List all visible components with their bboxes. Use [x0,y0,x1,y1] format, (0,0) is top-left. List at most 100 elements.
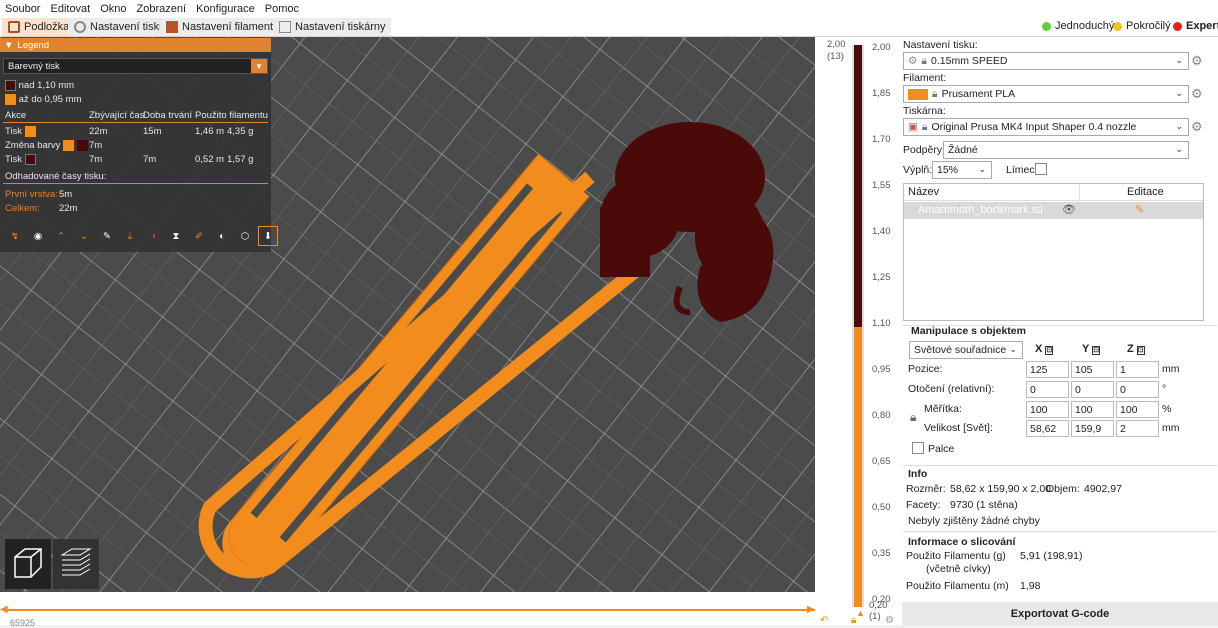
menu-view[interactable]: Zobrazení [132,3,192,15]
horizontal-slider-track[interactable] [6,609,821,611]
undo-icon[interactable]: ↶ [820,615,828,626]
infill-label: Výplň: [903,164,933,176]
chevron-down-icon: ⌄ [1175,55,1183,65]
infill-select[interactable]: 15% ⌄ [932,161,992,179]
legend-row-action: Tisk [5,154,36,165]
slider-right-arrow-icon[interactable]: ▶ [807,604,815,615]
slider-tick-label: 0,80 [872,410,891,421]
mode-expert[interactable]: Expert [1173,20,1218,32]
lock-icon[interactable]: 🔒︎ [910,410,916,425]
position-y-input[interactable]: 105 [1071,361,1114,378]
legend-row-action: Tisk [5,126,36,137]
legend-toolbar: ↯ ◉ ⌃ ⌄ ✎ ⤓ ◑ ⧗ ✐ ◐ ⬡ ⬇ [5,226,278,246]
printer-select[interactable]: ▣ 🔒︎ Original Prusa MK4 Input Shaper 0.4… [903,118,1189,136]
cog-icon[interactable]: ⚙ [885,615,894,626]
lock-icon: 🔒︎ [921,120,928,133]
position-x-input[interactable]: 125 [1026,361,1069,378]
menu-file[interactable]: Soubor [0,3,45,15]
scale-x-input[interactable]: 100 [1026,401,1069,418]
object-list: Název Editace Amammoth_bookmark.stl 👁︎ ✎ [903,183,1204,321]
position-z-input[interactable]: 1 [1116,361,1159,378]
slider-left-arrow-icon[interactable]: ◀ [0,604,8,615]
mode-advanced[interactable]: Pokročilý [1113,20,1171,32]
object-name: Amammoth_bookmark.stl [918,204,1043,216]
chevron-down-icon: ▼ [251,59,267,73]
scale-z-input[interactable]: 100 [1116,401,1159,418]
edit-icon[interactable]: ✎ [1135,203,1144,216]
axis-z-label: Z ⊡ [1127,343,1145,355]
retractions-icon[interactable]: ⌃ [51,226,71,246]
deretractions-icon[interactable]: ⌄ [74,226,94,246]
print-settings-select[interactable]: ⚙ 🔒︎ 0.15mm SPEED ⌄ [903,52,1189,70]
scale-y-input[interactable]: 100 [1071,401,1114,418]
center-of-gravity-icon[interactable]: ◐ [212,226,232,246]
menu-edit[interactable]: Editovat [45,3,95,15]
settings-gear-icon[interactable]: ⚙ [1191,119,1203,135]
tab-bar: Podložka Nastavení tisku Nastavení filam… [0,17,1218,37]
legend-panel: ▼ Legend Barevný tisk ▼ nad 1,10 mm až d… [0,38,278,252]
view-layers-button[interactable] [53,539,99,589]
travel-icon[interactable]: ↯ [5,226,25,246]
supports-label: Podpěry: [903,144,946,156]
pause-prints-icon[interactable]: ⧗ [166,226,186,246]
horizontal-slider-area: ◀ ▶ 65925 [0,592,821,628]
slider-tick-label: 1,10 [872,318,891,329]
size-y-input[interactable]: 159,9 [1071,420,1114,437]
tab-plater[interactable]: Podložka [2,18,76,36]
wipe-icon[interactable]: ◉ [28,226,48,246]
plater-icon [8,21,20,33]
color-changes-icon[interactable]: ◑ [143,226,163,246]
lock-icon: 🔒︎ [921,54,928,67]
seams-icon[interactable]: ✎ [97,226,117,246]
eye-icon[interactable]: 👁︎ [1062,203,1076,216]
filament-select[interactable]: 🔒︎ Prusament PLA ⌄ [903,85,1189,103]
menu-configuration[interactable]: Konfigurace [191,3,260,15]
export-gcode-button[interactable]: Exportovat G-code [902,602,1218,625]
mode-simple[interactable]: Jednoduchý [1042,20,1114,32]
used-g-value: 5,91 (198,91) [1020,550,1083,562]
col-edit[interactable]: Editace [1127,186,1164,198]
filament-label: Filament: [903,72,947,84]
chevron-down-icon: ⌄ [1009,344,1017,354]
settings-gear-icon[interactable]: ⚙ [1191,53,1203,69]
legend-header[interactable]: ▼ Legend [0,38,271,52]
slider-track[interactable] [852,45,864,607]
shells-icon[interactable]: ⬡ [235,226,255,246]
supports-select[interactable]: Žádné ⌄ [943,141,1189,159]
brim-checkbox[interactable] [1035,163,1047,175]
tool-changes-icon[interactable]: ⤓ [120,226,140,246]
legend-view-type-select[interactable]: Barevný tisk ▼ [3,58,268,74]
used-m-value: 1,98 [1020,580,1041,592]
axis-y-label: Y ⊡ [1082,343,1101,355]
menu-window[interactable]: Okno [95,3,131,15]
size-x-input[interactable]: 58,62 [1026,420,1069,437]
size-z-input[interactable]: 2 [1116,420,1159,437]
filament-color-swatch[interactable] [908,88,928,100]
col-name[interactable]: Název [908,186,939,198]
settings-gear-icon[interactable]: ⚙ [1191,86,1203,102]
lock-icon[interactable]: 🔒︎ [851,615,856,626]
rotation-x-input[interactable]: 0 [1026,381,1069,398]
legend-row-weight: 1,57 g [227,154,254,165]
size-info-value: 58,62 x 159,90 x 2,00 [950,483,1051,495]
slider-thumb-icon[interactable]: ▲ [856,608,865,618]
printer-icon [279,21,291,33]
rotation-z-input[interactable]: 0 [1116,381,1159,398]
legend-range-item: až do 0,95 mm [5,94,81,105]
facets-label: Facety: [906,499,941,511]
tool-marker-icon[interactable]: ⬇ [258,226,278,246]
object-row[interactable]: Amammoth_bookmark.stl 👁︎ ✎ [904,202,1203,219]
menu-help[interactable]: Pomoc [260,3,304,15]
custom-gcodes-icon[interactable]: ✐ [189,226,209,246]
tab-printer-settings[interactable]: Nastavení tiskárny [273,18,392,36]
scale-unit: % [1162,403,1172,415]
view-3d-button[interactable] [5,539,51,589]
cube-icon [14,548,42,578]
col-duration: Doba trvání [143,110,193,121]
coordinate-system-select[interactable]: Světové souřadnice ⌄ [909,341,1023,359]
rotation-y-input[interactable]: 0 [1071,381,1114,398]
tab-filament-settings[interactable]: Nastavení filamentu [160,18,286,36]
legend-row-remaining: 7m [89,154,103,165]
inches-checkbox[interactable] [912,442,924,454]
tab-print-settings[interactable]: Nastavení tisku [68,18,172,36]
